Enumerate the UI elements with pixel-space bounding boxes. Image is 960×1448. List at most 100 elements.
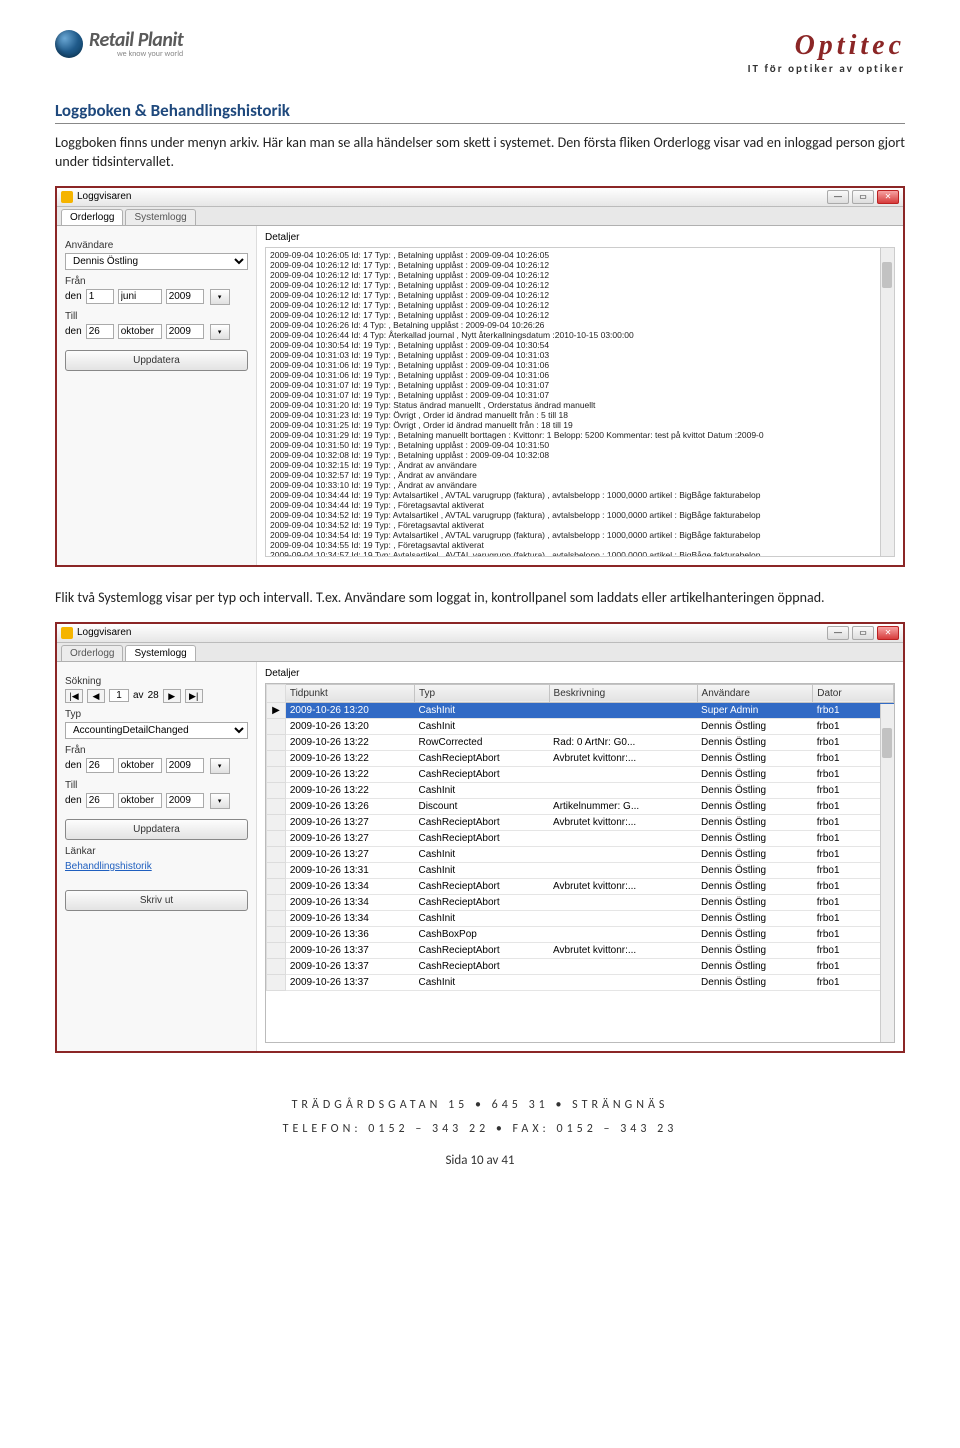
from-date-picker[interactable]: den ▾ xyxy=(65,289,248,305)
scrollbar[interactable] xyxy=(880,248,894,556)
close-button[interactable]: ✕ xyxy=(877,190,899,204)
log-line[interactable]: 2009-09-04 10:34:44 Id: 19 Typ: Avtalsar… xyxy=(270,490,876,500)
from-day[interactable] xyxy=(86,289,114,304)
log-line[interactable]: 2009-09-04 10:32:08 Id: 19 Typ: , Betaln… xyxy=(270,450,876,460)
log-line[interactable]: 2009-09-04 10:32:57 Id: 19 Typ: , Ändrat… xyxy=(270,470,876,480)
log-line[interactable]: 2009-09-04 10:31:06 Id: 19 Typ: , Betaln… xyxy=(270,370,876,380)
log-line[interactable]: 2009-09-04 10:33:10 Id: 19 Typ: , Ändrat… xyxy=(270,480,876,490)
page-input[interactable] xyxy=(109,689,129,702)
column-header[interactable]: Användare xyxy=(697,684,813,702)
table-row[interactable]: 2009-10-26 13:34CashRecieptAbortDennis Ö… xyxy=(267,894,894,910)
tab-orderlogg[interactable]: Orderlogg xyxy=(61,209,123,225)
table-row[interactable]: 2009-10-26 13:22CashRecieptAbortAvbrutet… xyxy=(267,750,894,766)
from-date-picker[interactable]: den ▾ xyxy=(65,758,248,774)
column-header[interactable]: Dator xyxy=(813,684,894,702)
log-line[interactable]: 2009-09-04 10:26:12 Id: 17 Typ: , Betaln… xyxy=(270,300,876,310)
from-month[interactable] xyxy=(118,758,162,773)
table-row[interactable]: 2009-10-26 13:37CashRecieptAbortDennis Ö… xyxy=(267,958,894,974)
update-button[interactable]: Uppdatera xyxy=(65,350,248,371)
table-row[interactable]: 2009-10-26 13:22CashInitDennis Östlingfr… xyxy=(267,782,894,798)
table-row[interactable]: 2009-10-26 13:22CashRecieptAbortDennis Ö… xyxy=(267,766,894,782)
log-line[interactable]: 2009-09-04 10:26:26 Id: 4 Typ: , Betalni… xyxy=(270,320,876,330)
log-grid[interactable]: TidpunktTypBeskrivningAnvändareDator ▶20… xyxy=(265,683,895,1043)
tab-systemlogg[interactable]: Systemlogg xyxy=(125,209,195,225)
log-line[interactable]: 2009-09-04 10:34:44 Id: 19 Typ: , Företa… xyxy=(270,500,876,510)
minimize-button[interactable]: — xyxy=(827,626,849,640)
log-listbox[interactable]: 2009-09-04 10:26:05 Id: 17 Typ: , Betaln… xyxy=(265,247,895,557)
log-line[interactable]: 2009-09-04 10:34:57 Id: 19 Typ: Avtalsar… xyxy=(270,550,876,557)
log-line[interactable]: 2009-09-04 10:31:07 Id: 19 Typ: , Betaln… xyxy=(270,380,876,390)
calendar-icon[interactable]: ▾ xyxy=(210,758,230,774)
column-header[interactable]: Typ xyxy=(414,684,549,702)
scrollbar-thumb[interactable] xyxy=(882,262,892,288)
log-line[interactable]: 2009-09-04 10:30:54 Id: 19 Typ: , Betaln… xyxy=(270,340,876,350)
column-header[interactable]: Beskrivning xyxy=(549,684,697,702)
first-page-button[interactable]: |◀ xyxy=(65,689,83,703)
log-line[interactable]: 2009-09-04 10:34:54 Id: 19 Typ: Avtalsar… xyxy=(270,530,876,540)
table-row[interactable]: 2009-10-26 13:31CashInitDennis Östlingfr… xyxy=(267,862,894,878)
print-button[interactable]: Skriv ut xyxy=(65,890,248,911)
log-line[interactable]: 2009-09-04 10:31:06 Id: 19 Typ: , Betaln… xyxy=(270,360,876,370)
log-line[interactable]: 2009-09-04 10:34:52 Id: 19 Typ: Avtalsar… xyxy=(270,510,876,520)
log-line[interactable]: 2009-09-04 10:34:55 Id: 19 Typ: , Företa… xyxy=(270,540,876,550)
minimize-button[interactable]: — xyxy=(827,190,849,204)
to-month[interactable] xyxy=(118,324,162,339)
log-line[interactable]: 2009-09-04 10:31:23 Id: 19 Typ: Övrigt ,… xyxy=(270,410,876,420)
calendar-icon[interactable]: ▾ xyxy=(210,793,230,809)
last-page-button[interactable]: ▶| xyxy=(185,689,203,703)
to-month[interactable] xyxy=(118,793,162,808)
to-date-picker[interactable]: den ▾ xyxy=(65,324,248,340)
close-button[interactable]: ✕ xyxy=(877,626,899,640)
from-day[interactable] xyxy=(86,758,114,773)
log-line[interactable]: 2009-09-04 10:31:03 Id: 19 Typ: , Betaln… xyxy=(270,350,876,360)
to-day[interactable] xyxy=(86,793,114,808)
behandlingshistorik-link[interactable]: Behandlingshistorik xyxy=(65,861,248,872)
to-day[interactable] xyxy=(86,324,114,339)
from-month[interactable] xyxy=(118,289,162,304)
from-year[interactable] xyxy=(166,758,204,773)
table-row[interactable]: 2009-10-26 13:26DiscountArtikelnummer: G… xyxy=(267,798,894,814)
log-line[interactable]: 2009-09-04 10:26:12 Id: 17 Typ: , Betaln… xyxy=(270,260,876,270)
calendar-icon[interactable]: ▾ xyxy=(210,324,230,340)
maximize-button[interactable]: ▭ xyxy=(852,626,874,640)
table-row[interactable]: 2009-10-26 13:34CashInitDennis Östlingfr… xyxy=(267,910,894,926)
table-row[interactable]: 2009-10-26 13:27CashInitDennis Östlingfr… xyxy=(267,846,894,862)
log-line[interactable]: 2009-09-04 10:32:15 Id: 19 Typ: , Ändrat… xyxy=(270,460,876,470)
table-row[interactable]: 2009-10-26 13:27CashRecieptAbortDennis Ö… xyxy=(267,830,894,846)
log-line[interactable]: 2009-09-04 10:31:20 Id: 19 Typ: Status ä… xyxy=(270,400,876,410)
tab-orderlogg[interactable]: Orderlogg xyxy=(61,645,123,661)
from-year[interactable] xyxy=(166,289,204,304)
log-line[interactable]: 2009-09-04 10:31:50 Id: 19 Typ: , Betaln… xyxy=(270,440,876,450)
log-line[interactable]: 2009-09-04 10:34:52 Id: 19 Typ: , Företa… xyxy=(270,520,876,530)
log-line[interactable]: 2009-09-04 10:26:12 Id: 17 Typ: , Betaln… xyxy=(270,280,876,290)
log-line[interactable]: 2009-09-04 10:26:05 Id: 17 Typ: , Betaln… xyxy=(270,250,876,260)
table-row[interactable]: 2009-10-26 13:22RowCorrectedRad: 0 ArtNr… xyxy=(267,734,894,750)
log-line[interactable]: 2009-09-04 10:26:12 Id: 17 Typ: , Betaln… xyxy=(270,270,876,280)
next-page-button[interactable]: ▶ xyxy=(163,689,181,703)
tab-systemlogg[interactable]: Systemlogg xyxy=(125,645,195,661)
calendar-icon[interactable]: ▾ xyxy=(210,289,230,305)
log-line[interactable]: 2009-09-04 10:26:12 Id: 17 Typ: , Betaln… xyxy=(270,310,876,320)
log-line[interactable]: 2009-09-04 10:31:07 Id: 19 Typ: , Betaln… xyxy=(270,390,876,400)
update-button[interactable]: Uppdatera xyxy=(65,819,248,840)
to-date-picker[interactable]: den ▾ xyxy=(65,793,248,809)
prev-page-button[interactable]: ◀ xyxy=(87,689,105,703)
table-row[interactable]: 2009-10-26 13:36CashBoxPopDennis Östling… xyxy=(267,926,894,942)
scrollbar[interactable] xyxy=(880,704,894,1042)
table-row[interactable]: 2009-10-26 13:20CashInitDennis Östlingfr… xyxy=(267,718,894,734)
log-line[interactable]: 2009-09-04 10:31:25 Id: 19 Typ: Övrigt ,… xyxy=(270,420,876,430)
log-line[interactable]: 2009-09-04 10:26:44 Id: 4 Typ: Återkalla… xyxy=(270,330,876,340)
to-year[interactable] xyxy=(166,793,204,808)
scrollbar-thumb[interactable] xyxy=(882,728,892,758)
log-line[interactable]: 2009-09-04 10:26:12 Id: 17 Typ: , Betaln… xyxy=(270,290,876,300)
maximize-button[interactable]: ▭ xyxy=(852,190,874,204)
user-select[interactable]: Dennis Östling xyxy=(65,253,248,270)
table-row[interactable]: ▶2009-10-26 13:20CashInitSuper Adminfrbo… xyxy=(267,702,894,718)
table-row[interactable]: 2009-10-26 13:34CashRecieptAbortAvbrutet… xyxy=(267,878,894,894)
table-row[interactable]: 2009-10-26 13:37CashRecieptAbortAvbrutet… xyxy=(267,942,894,958)
table-row[interactable]: 2009-10-26 13:27CashRecieptAbortAvbrutet… xyxy=(267,814,894,830)
log-line[interactable]: 2009-09-04 10:31:29 Id: 19 Typ: , Betaln… xyxy=(270,430,876,440)
column-header[interactable]: Tidpunkt xyxy=(285,684,414,702)
type-select[interactable]: AccountingDetailChanged xyxy=(65,722,248,739)
to-year[interactable] xyxy=(166,324,204,339)
